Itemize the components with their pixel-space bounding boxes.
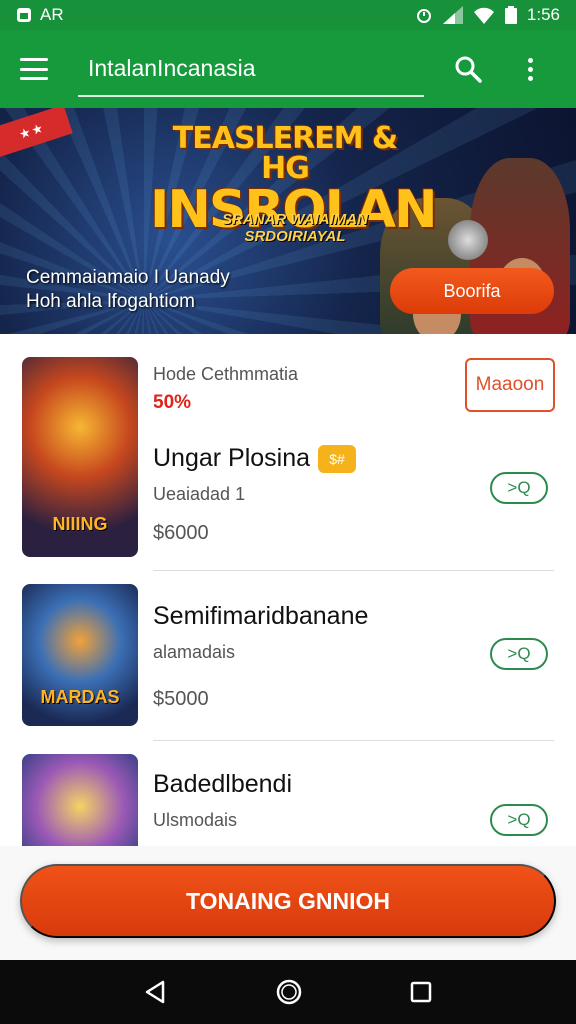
primary-cta-button[interactable]: TONAING GNNIOH xyxy=(20,864,556,938)
item-meta: alamadais xyxy=(153,642,236,662)
banner-cta-button[interactable]: Boorifa xyxy=(390,268,554,314)
item-thumbnail: NIIING xyxy=(22,357,138,557)
item-go-button[interactable]: >Q xyxy=(490,638,548,670)
item-go-button[interactable]: >Q xyxy=(490,804,548,836)
app-notification-icon xyxy=(17,8,31,22)
banner-trophy xyxy=(448,220,488,260)
status-time: 1:56 xyxy=(526,5,560,24)
list-item[interactable]: Badedlbendi Ulsmodais >Q xyxy=(0,740,576,846)
item-price: $6000 xyxy=(153,522,209,544)
item-go-button[interactable]: >Q xyxy=(490,472,548,504)
signal-icon xyxy=(442,6,463,24)
system-nav-bar xyxy=(0,960,576,1024)
recents-icon[interactable] xyxy=(409,980,433,1004)
list-item[interactable]: NIIING Hode Cethmmatia 50% Ungar Plosina… xyxy=(0,334,576,571)
app-bar: IntalanIncanasia xyxy=(0,30,576,108)
banner-caption-line2: Hoh ahla lfogahtiom xyxy=(26,290,195,312)
item-title: Badedlbendi xyxy=(153,770,293,798)
item-meta: Ulsmodais xyxy=(153,810,238,830)
item-thumbnail xyxy=(22,754,138,846)
item-title-text: Ungar Plosina xyxy=(153,444,311,472)
item-title: Ungar Plosina $# xyxy=(153,444,357,474)
list-item[interactable]: MARDAS Semifimaridbanane alamadais $5000… xyxy=(0,570,576,741)
banner-subhead: SRANAR WAIAIMAN SRDOIRIAYAL xyxy=(222,211,368,245)
item-subtitle: Hode Cethmmatia xyxy=(153,364,299,384)
battery-icon xyxy=(504,6,517,24)
item-title: Semifimaridbanane xyxy=(153,602,369,630)
more-options-icon[interactable] xyxy=(528,57,533,81)
banner-caption-line1: Cemmaiamaio I Uanady xyxy=(26,267,230,288)
thumbnail-label: NIIING xyxy=(52,514,108,534)
item-thumbnail: MARDAS xyxy=(22,584,138,726)
banner-caption: Cemmaiamaio I Uanady Hoh ahla lfogahtiom xyxy=(26,266,230,314)
search-icon[interactable] xyxy=(454,55,482,83)
thumbnail-label: MARDAS xyxy=(40,687,120,707)
product-list: NIIING Hode Cethmmatia 50% Ungar Plosina… xyxy=(0,334,576,846)
wifi-icon xyxy=(473,7,494,24)
banner-headline-line1: TEASLEREM & HG xyxy=(172,121,398,186)
back-icon[interactable] xyxy=(143,979,169,1005)
menu-icon[interactable] xyxy=(20,58,48,80)
status-bar: AR 1:56 xyxy=(0,0,576,30)
item-price: $5000 xyxy=(153,688,209,710)
status-left-text: AR xyxy=(40,5,64,24)
item-meta: Ueaiadad 1 xyxy=(153,484,246,504)
home-icon[interactable] xyxy=(275,978,303,1006)
promo-banner[interactable]: ★ ★ TEASLEREM & HG INSROLAN SRANAR WAIAI… xyxy=(0,108,576,334)
alarm-icon xyxy=(416,9,431,23)
item-discount: 50% xyxy=(153,392,192,413)
item-action-button[interactable]: Maaoon xyxy=(465,358,555,412)
app-title-field[interactable]: IntalanIncanasia xyxy=(78,41,424,97)
app-title: IntalanIncanasia xyxy=(88,54,256,81)
item-badge: $# xyxy=(318,445,357,474)
